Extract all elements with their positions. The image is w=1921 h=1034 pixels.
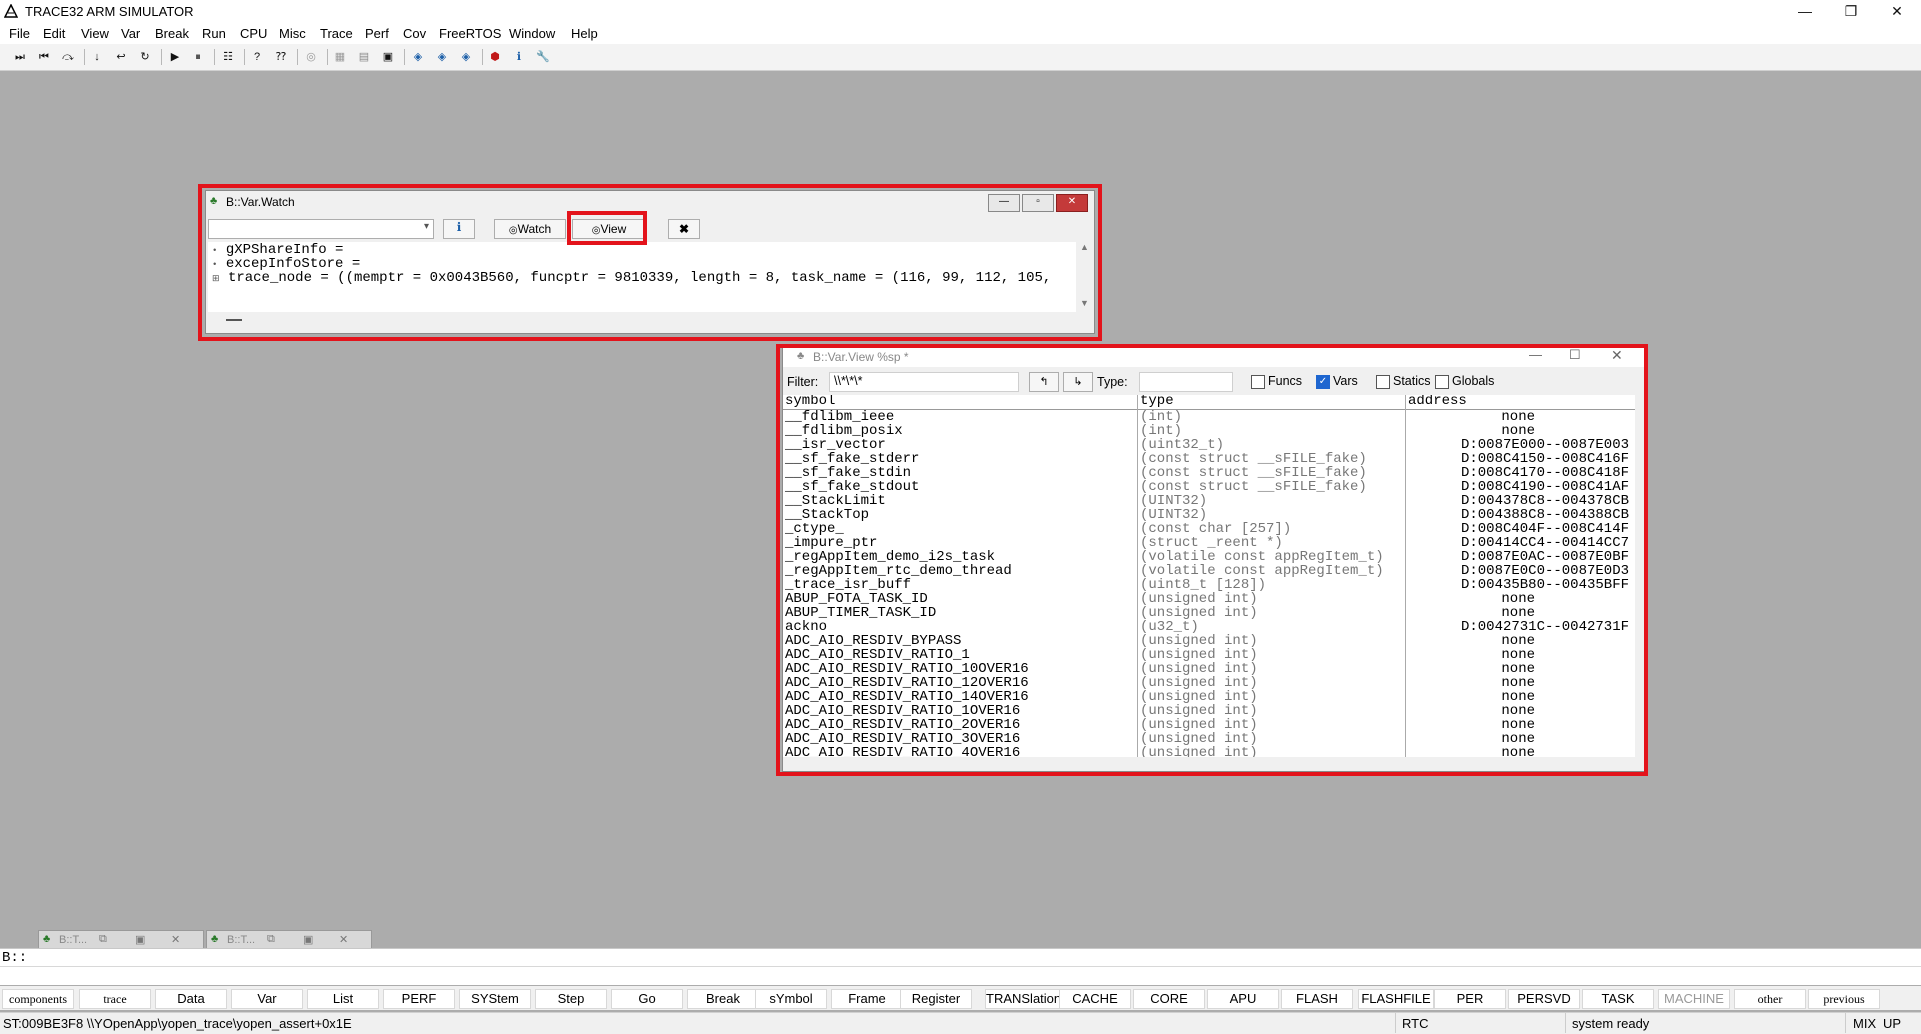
stop-icon[interactable]: ⬢: [486, 48, 504, 66]
close-icon[interactable]: ✕: [171, 933, 180, 946]
menu-view[interactable]: View: [81, 26, 109, 41]
status-location: ST:009BE3F8 \\YOpenApp\yopen_trace\yopen…: [3, 1016, 352, 1031]
softkey-flash[interactable]: FLASH: [1281, 989, 1353, 1009]
status-bar: ST:009BE3F8 \\YOpenApp\yopen_trace\yopen…: [0, 1012, 1921, 1034]
softkey-symbol[interactable]: sYmbol: [755, 989, 827, 1009]
disabled-circle-icon[interactable]: ◎: [302, 48, 320, 66]
softkey-system[interactable]: SYStem: [459, 989, 531, 1009]
window-icon: ♣: [211, 933, 219, 945]
title-bar: TRACE32 ARM SIMULATOR — ❐ ✕: [0, 0, 1921, 24]
softkey-machine[interactable]: MACHINE: [1658, 989, 1730, 1009]
help-icon[interactable]: ?: [248, 48, 266, 66]
softkey-apu[interactable]: APU: [1207, 989, 1279, 1009]
softkey-register[interactable]: Register: [900, 989, 972, 1009]
maximize-icon[interactable]: ▣: [135, 933, 145, 946]
trace32-logo-icon: [4, 4, 18, 18]
softkey-components[interactable]: components: [2, 989, 74, 1009]
softkey-trace[interactable]: trace: [79, 989, 151, 1009]
status-up: UP: [1883, 1016, 1902, 1031]
softkey-step[interactable]: Step: [535, 989, 607, 1009]
memory-icon[interactable]: ▣: [379, 48, 397, 66]
menu-var[interactable]: Var: [121, 26, 140, 41]
highlight-watch-window: [198, 184, 1102, 341]
app-title: TRACE32 ARM SIMULATOR: [25, 4, 194, 19]
menu-cov[interactable]: Cov: [403, 26, 426, 41]
softkey-persvd[interactable]: PERSVD: [1508, 989, 1580, 1009]
softkey-list[interactable]: List: [307, 989, 379, 1009]
status-state: system ready: [1572, 1016, 1650, 1031]
restore-button[interactable]: ❐: [1828, 0, 1874, 22]
menu-bar: File Edit View Var Break Run CPU Misc Tr…: [0, 24, 1921, 44]
step-into-icon[interactable]: ⏭: [11, 48, 29, 66]
softkey-flashfile[interactable]: FLASHFILE: [1358, 989, 1434, 1009]
step-down-icon[interactable]: ↓: [88, 48, 106, 66]
restore-icon[interactable]: ⧉: [99, 933, 107, 946]
close-icon[interactable]: ✕: [339, 933, 348, 946]
menu-cpu[interactable]: CPU: [240, 26, 267, 41]
softkey-core[interactable]: CORE: [1133, 989, 1205, 1009]
menu-help[interactable]: Help: [571, 26, 598, 41]
menu-trace[interactable]: Trace: [320, 26, 353, 41]
table-icon[interactable]: ▤: [355, 48, 373, 66]
softkey-task[interactable]: TASK: [1582, 989, 1654, 1009]
info-icon[interactable]: ℹ: [510, 48, 528, 66]
command-prompt: B::: [2, 950, 28, 966]
softkey-var[interactable]: Var: [231, 989, 303, 1009]
step-up-icon[interactable]: ↻: [136, 48, 154, 66]
softkey-bar: components trace Data Var List PERF SYStem Step…: [0, 986, 1921, 1010]
menu-break[interactable]: Break: [155, 26, 189, 41]
softkey-cache[interactable]: CACHE: [1059, 989, 1131, 1009]
menu-freertos[interactable]: FreeRTOS: [439, 26, 501, 41]
softkey-break[interactable]: Break: [687, 989, 759, 1009]
wrench-icon[interactable]: 🔧: [534, 48, 552, 66]
watch-icon[interactable]: ◈: [433, 48, 451, 66]
minimize-button[interactable]: —: [1782, 0, 1828, 22]
close-button[interactable]: ✕: [1874, 0, 1920, 22]
grid-icon[interactable]: ▦: [331, 48, 349, 66]
menu-perf[interactable]: Perf: [365, 26, 389, 41]
highlight-view-window: [776, 344, 1648, 776]
toolbar: ⏭ ⏮ ⤼ ↓ ↩ ↻ ▶ ⏸ ☷ ? ⁇ ◎ ▦ ▤ ▣ ◈ ◈ ◈ ⬢ ℹ …: [0, 44, 1921, 71]
go-icon[interactable]: ▶: [166, 48, 184, 66]
menu-window[interactable]: Window: [509, 26, 555, 41]
softkey-other[interactable]: other: [1734, 989, 1806, 1009]
window-icon: ♣: [43, 933, 51, 945]
softkey-perf[interactable]: PERF: [383, 989, 455, 1009]
menu-edit[interactable]: Edit: [43, 26, 65, 41]
step-return-icon[interactable]: ↩: [112, 48, 130, 66]
menu-file[interactable]: File: [9, 26, 30, 41]
symbols-icon[interactable]: ◈: [457, 48, 475, 66]
softkey-go[interactable]: Go: [611, 989, 683, 1009]
menu-misc[interactable]: Misc: [279, 26, 306, 41]
command-line[interactable]: B::: [0, 948, 1921, 985]
break-icon[interactable]: ⏸: [189, 48, 207, 66]
list-icon[interactable]: ☷: [219, 48, 237, 66]
softkey-translation[interactable]: TRANSlation: [985, 989, 1061, 1009]
var-icon[interactable]: ◈: [409, 48, 427, 66]
restore-icon[interactable]: ⧉: [267, 933, 275, 946]
highlight-view-button: [567, 211, 647, 245]
softkey-per[interactable]: PER: [1434, 989, 1506, 1009]
step-over-icon[interactable]: ⤼: [59, 48, 77, 66]
menu-run[interactable]: Run: [202, 26, 226, 41]
step-icon[interactable]: ⏮: [35, 48, 53, 66]
context-help-icon[interactable]: ⁇: [272, 48, 290, 66]
status-rtc: RTC: [1402, 1016, 1429, 1031]
softkey-frame[interactable]: Frame: [831, 989, 903, 1009]
maximize-icon[interactable]: ▣: [303, 933, 313, 946]
softkey-previous[interactable]: previous: [1808, 989, 1880, 1009]
softkey-data[interactable]: Data: [155, 989, 227, 1009]
status-mix: MIX: [1853, 1016, 1877, 1031]
